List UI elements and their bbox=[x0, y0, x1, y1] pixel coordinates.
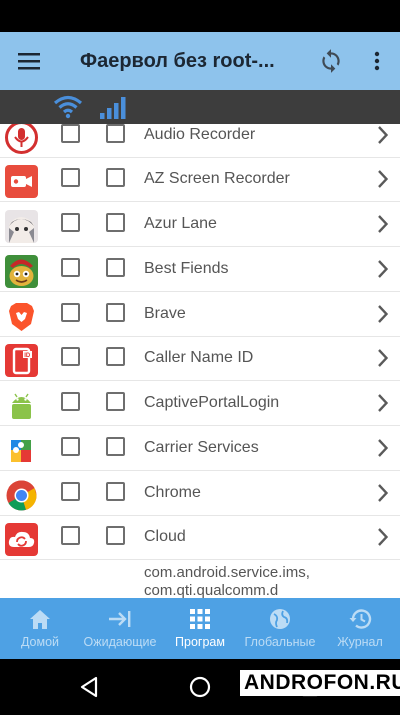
chevron-right-icon[interactable] bbox=[378, 170, 389, 193]
cloud-sync-icon bbox=[5, 523, 38, 556]
chevron-right-icon[interactable] bbox=[378, 528, 389, 551]
home-circle-icon[interactable] bbox=[189, 676, 211, 703]
wifi-checkbox[interactable] bbox=[61, 392, 80, 411]
wifi-checkbox[interactable] bbox=[61, 168, 80, 187]
chevron-right-icon[interactable] bbox=[378, 126, 389, 149]
list-item[interactable]: CaptivePortalLogin bbox=[0, 382, 400, 426]
list-item[interactable]: Chrome bbox=[0, 472, 400, 516]
list-item[interactable]: Best Fiends bbox=[0, 248, 400, 292]
package-name: com.qti.qualcomm.d bbox=[144, 582, 279, 598]
globe-icon bbox=[270, 609, 290, 629]
arrow-to-bar-icon bbox=[109, 611, 131, 627]
best-fiends-icon bbox=[5, 255, 38, 288]
chevron-right-icon[interactable] bbox=[378, 484, 389, 507]
nav-pending[interactable]: Ожидающие bbox=[80, 598, 160, 659]
mobile-checkbox[interactable] bbox=[106, 258, 125, 277]
wifi-icon[interactable] bbox=[53, 95, 83, 124]
mobile-checkbox[interactable] bbox=[106, 213, 125, 232]
history-icon bbox=[349, 609, 372, 629]
chevron-right-icon[interactable] bbox=[378, 305, 389, 328]
app-name: Best Fiends bbox=[144, 260, 229, 277]
chevron-right-icon[interactable] bbox=[378, 439, 389, 462]
wifi-checkbox[interactable] bbox=[61, 124, 80, 143]
mobile-checkbox[interactable] bbox=[106, 303, 125, 322]
hamburger-icon[interactable] bbox=[0, 32, 58, 90]
wifi-checkbox[interactable] bbox=[61, 437, 80, 456]
anime-character-icon bbox=[5, 210, 38, 243]
back-icon[interactable] bbox=[79, 676, 99, 703]
puzzle-icon bbox=[5, 434, 38, 467]
app-name: Brave bbox=[144, 305, 186, 322]
android-robot-icon bbox=[5, 389, 38, 422]
app-name: CaptivePortalLogin bbox=[144, 394, 280, 411]
video-camera-icon bbox=[5, 165, 38, 198]
package-name: com.android.service.ims, bbox=[144, 564, 310, 581]
nav-label: Журнал bbox=[337, 635, 383, 649]
app-name: Chrome bbox=[144, 484, 201, 501]
app-name: Azur Lane bbox=[144, 215, 217, 232]
wifi-checkbox[interactable] bbox=[61, 258, 80, 277]
list-item[interactable]: Cloud bbox=[0, 516, 400, 560]
wifi-checkbox[interactable] bbox=[61, 347, 80, 366]
mobile-checkbox[interactable] bbox=[106, 482, 125, 501]
list-item[interactable]: Carrier Services bbox=[0, 427, 400, 471]
wifi-checkbox[interactable] bbox=[61, 303, 80, 322]
nav-label: Програм bbox=[175, 635, 225, 649]
app-name: Caller Name ID bbox=[144, 349, 254, 366]
nav-home[interactable]: Домой bbox=[0, 598, 80, 659]
wifi-checkbox[interactable] bbox=[61, 526, 80, 545]
nav-programs[interactable]: Програм bbox=[160, 598, 240, 659]
app-name: Cloud bbox=[144, 528, 186, 545]
brave-lion-icon bbox=[5, 300, 38, 333]
mobile-checkbox[interactable] bbox=[106, 526, 125, 545]
nav-log[interactable]: Журнал bbox=[320, 598, 400, 659]
refresh-icon[interactable] bbox=[308, 32, 354, 90]
nav-label: Ожидающие bbox=[83, 635, 157, 649]
list-item[interactable]: com.android.service.ims, com.qti.qualcom… bbox=[0, 560, 400, 598]
home-icon bbox=[30, 610, 50, 629]
wifi-checkbox[interactable] bbox=[61, 482, 80, 501]
app-list[interactable]: Audio Recorder AZ Screen Recorder Azur L… bbox=[0, 124, 400, 598]
list-item[interactable]: ID Caller Name ID bbox=[0, 337, 400, 381]
cellular-signal-icon[interactable] bbox=[99, 96, 129, 125]
status-bar bbox=[0, 0, 400, 32]
mobile-checkbox[interactable] bbox=[106, 347, 125, 366]
phone-id-icon: ID bbox=[5, 344, 38, 377]
more-vert-icon[interactable] bbox=[354, 32, 400, 90]
chevron-right-icon[interactable] bbox=[378, 394, 389, 417]
chrome-icon bbox=[5, 479, 38, 512]
list-item[interactable]: Azur Lane bbox=[0, 203, 400, 247]
nav-global[interactable]: Глобальные bbox=[240, 598, 320, 659]
list-item[interactable]: Brave bbox=[0, 293, 400, 337]
mobile-checkbox[interactable] bbox=[106, 168, 125, 187]
svg-text:ID: ID bbox=[24, 353, 31, 359]
mobile-checkbox[interactable] bbox=[106, 392, 125, 411]
app-name: Audio Recorder bbox=[144, 126, 256, 143]
list-item[interactable]: Audio Recorder bbox=[0, 124, 400, 158]
nav-label: Домой bbox=[20, 635, 60, 649]
chevron-right-icon[interactable] bbox=[378, 349, 389, 372]
watermark: ANDROFON.RU bbox=[240, 670, 400, 696]
nav-label: Глобальные bbox=[244, 635, 316, 649]
page-title: Фаервол без root-... bbox=[80, 49, 275, 72]
chevron-right-icon[interactable] bbox=[378, 215, 389, 238]
chevron-right-icon[interactable] bbox=[378, 260, 389, 283]
bottom-navigation: Домой Ожидающие Програм Глобальные Журна… bbox=[0, 598, 400, 659]
filter-header bbox=[0, 90, 400, 124]
app-name: Carrier Services bbox=[144, 439, 259, 456]
microphone-icon bbox=[5, 124, 38, 154]
list-item[interactable]: AZ Screen Recorder bbox=[0, 158, 400, 202]
wifi-checkbox[interactable] bbox=[61, 213, 80, 232]
app-bar: Фаервол без root-... bbox=[0, 32, 400, 90]
grid-icon bbox=[190, 609, 210, 629]
app-name: AZ Screen Recorder bbox=[144, 170, 290, 187]
mobile-checkbox[interactable] bbox=[106, 124, 125, 143]
mobile-checkbox[interactable] bbox=[106, 437, 125, 456]
